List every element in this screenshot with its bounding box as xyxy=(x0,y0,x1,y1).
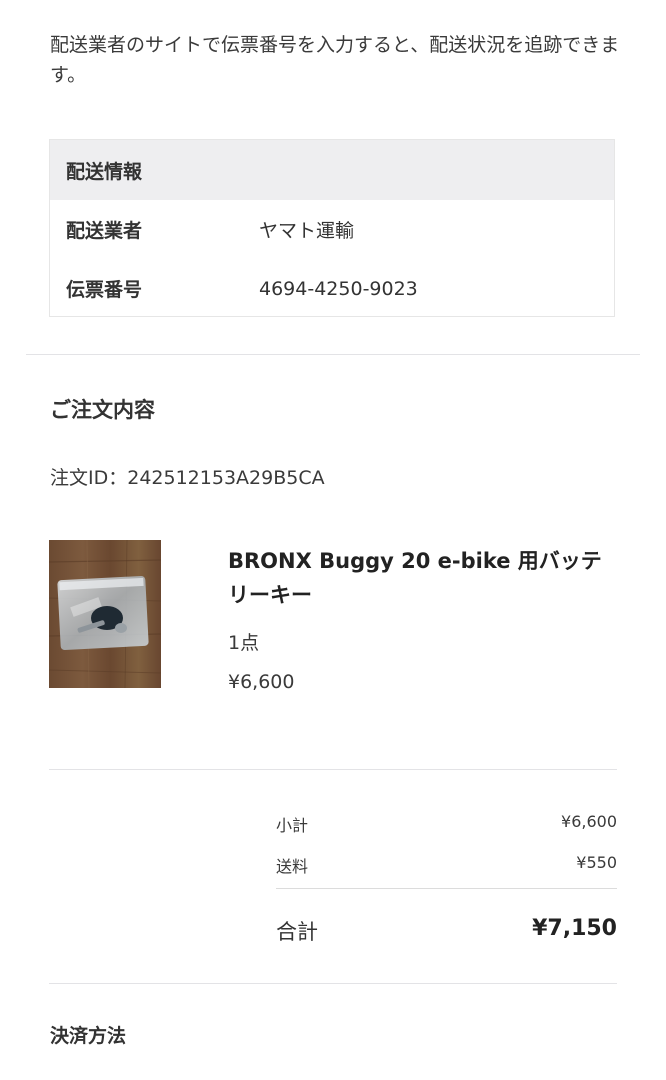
total-label: 合計 xyxy=(276,920,318,944)
tracking-row: 伝票番号 4694-4250-9023 xyxy=(50,259,614,318)
order-id: 注文ID：242512153A29B5CA xyxy=(50,467,325,489)
subtotal-row: 小計 ¥6,600 xyxy=(276,812,617,836)
payment-method-title: 決済方法 xyxy=(50,1025,127,1047)
product-thumbnail[interactable] xyxy=(49,540,161,688)
subtotal-value: ¥6,600 xyxy=(561,812,617,831)
carrier-label: 配送業者 xyxy=(66,220,143,242)
total-value: ¥7,150 xyxy=(532,916,617,941)
tracking-instructions: 配送業者のサイトで伝票番号を入力すると、配送状況を追跡できます。 xyxy=(50,34,620,86)
order-details-title: ご注文内容 xyxy=(50,398,155,422)
shipping-fee-label: 送料 xyxy=(276,857,309,876)
total-divider xyxy=(276,888,617,889)
payment-divider xyxy=(49,983,617,984)
shipping-fee-row: 送料 ¥550 xyxy=(276,853,617,877)
product-quantity: 1点 xyxy=(228,632,260,654)
tracking-number-value[interactable]: 4694-4250-9023 xyxy=(259,278,418,300)
product-name[interactable]: BRONX Buggy 20 e-bike 用バッテリーキー xyxy=(228,544,618,612)
shipping-fee-value: ¥550 xyxy=(576,853,617,872)
subtotal-label: 小計 xyxy=(276,816,309,835)
total-row: 合計 ¥7,150 xyxy=(276,916,617,946)
summary-divider xyxy=(49,769,617,770)
carrier-value: ヤマト運輸 xyxy=(259,220,355,242)
shipping-info-header: 配送情報 xyxy=(50,140,614,200)
carrier-row: 配送業者 ヤマト運輸 xyxy=(50,200,614,259)
product-photo-icon xyxy=(49,540,161,688)
shipping-info-table: 配送情報 配送業者 ヤマト運輸 伝票番号 4694-4250-9023 xyxy=(49,139,615,317)
tracking-number-label: 伝票番号 xyxy=(66,279,143,301)
product-price: ¥6,600 xyxy=(228,671,295,693)
section-divider xyxy=(26,354,640,355)
